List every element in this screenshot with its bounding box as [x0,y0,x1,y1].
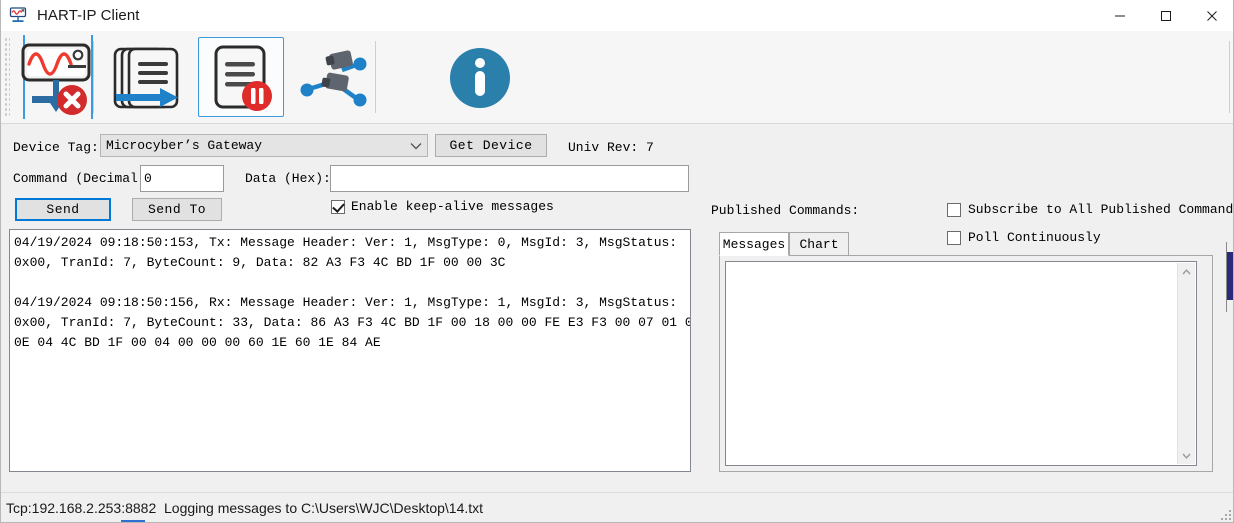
title-bar: HART-IP Client [1,0,1233,31]
device-tag-label: Device Tag: [13,140,99,155]
checkbox-check-icon[interactable] [331,199,345,214]
tab-chart[interactable]: Chart [789,232,849,256]
documents-arrow-icon [113,47,179,109]
checkbox-box-icon[interactable] [947,202,961,217]
toolbar-drag-handle[interactable] [4,37,10,117]
hart-ip-client-window: HART-IP Client Device Tag: Microcyber’s … [0,0,1234,523]
subscribe-all-published-checkbox[interactable]: Subscribe to All Published Commands [947,202,1234,217]
toolbar-separator-1 [93,41,94,113]
send-button[interactable]: Send [15,198,111,221]
log-line: 0x00, TranId: 7, ByteCount: 9, Data: 82 … [14,255,506,270]
resize-grip[interactable] [1217,506,1231,520]
message-log-panel[interactable]: 04/19/2024 09:18:50:153, Tx: Message Hea… [9,229,691,472]
main-content-area: Device Tag: Microcyber’s Gateway Get Dev… [1,124,1234,492]
toolbar-separator-2 [375,41,376,113]
device-tag-value: Microcyber’s Gateway [106,138,263,153]
log-line: 0E 04 4C BD 1F 00 04 00 00 00 60 1E 60 1… [14,335,381,350]
device-tag-combobox[interactable]: Microcyber’s Gateway [100,134,428,157]
app-icon [9,6,29,25]
univ-rev-label: Univ Rev: 7 [568,140,654,155]
enable-keep-alive-label: Enable keep-alive messages [351,199,554,214]
send-all-messages-button[interactable] [105,37,191,117]
log-line: 04/19/2024 09:18:50:153, Tx: Message Hea… [14,235,678,250]
window-title: HART-IP Client [37,7,140,24]
data-hex-input[interactable] [330,165,689,192]
published-messages-textarea[interactable] [725,261,1197,466]
status-bar: Tcp:192.168.2.253:8882 Logging messages … [1,492,1233,522]
log-line: 0x00, TranId: 7, ByteCount: 33, Data: 86… [14,315,691,330]
chevron-up-icon[interactable] [1178,263,1195,280]
log-line: 04/19/2024 09:18:50:156, Rx: Message Hea… [14,295,678,310]
close-button[interactable] [1189,0,1233,31]
chevron-down-icon[interactable] [1178,447,1195,464]
toolbar-separator-3 [1229,41,1230,113]
enable-keep-alive-checkbox[interactable]: Enable keep-alive messages [331,199,554,214]
pause-logging-button[interactable] [198,37,284,117]
minimize-button[interactable] [1097,0,1143,31]
document-pause-icon [214,45,272,111]
command-decimal-label: Command (Decimal) [13,171,146,186]
get-device-button[interactable]: Get Device [435,134,547,157]
published-tab-panel [719,255,1213,472]
maximize-button[interactable] [1143,0,1189,31]
main-toolbar [1,31,1233,124]
tab-messages[interactable]: Messages [719,232,789,256]
command-decimal-input[interactable] [140,165,224,192]
data-hex-label: Data (Hex): [245,171,331,186]
chevron-down-icon[interactable] [405,135,427,156]
info-circle-icon [450,48,510,108]
device-topology-button[interactable] [289,37,375,117]
message-log-content: 04/19/2024 09:18:50:153, Tx: Message Hea… [10,230,690,353]
send-to-button[interactable]: Send To [132,198,222,221]
subscribe-all-published-label: Subscribe to All Published Commands [968,202,1234,217]
window-edge-accent [1227,252,1233,300]
status-bar-text: Tcp:192.168.2.253:8882 Logging messages … [6,500,484,516]
log-line-blank [14,273,686,293]
network-devices-icon [300,50,367,107]
published-tab-strip: Messages Chart [719,232,1223,256]
device-waveform-disconnect-icon [21,43,91,115]
window-controls [1097,0,1233,31]
about-button[interactable] [436,37,522,117]
published-commands-label: Published Commands: [711,203,860,218]
connect-disconnect-button[interactable] [14,37,100,117]
published-messages-scrollbar[interactable] [1177,263,1195,464]
